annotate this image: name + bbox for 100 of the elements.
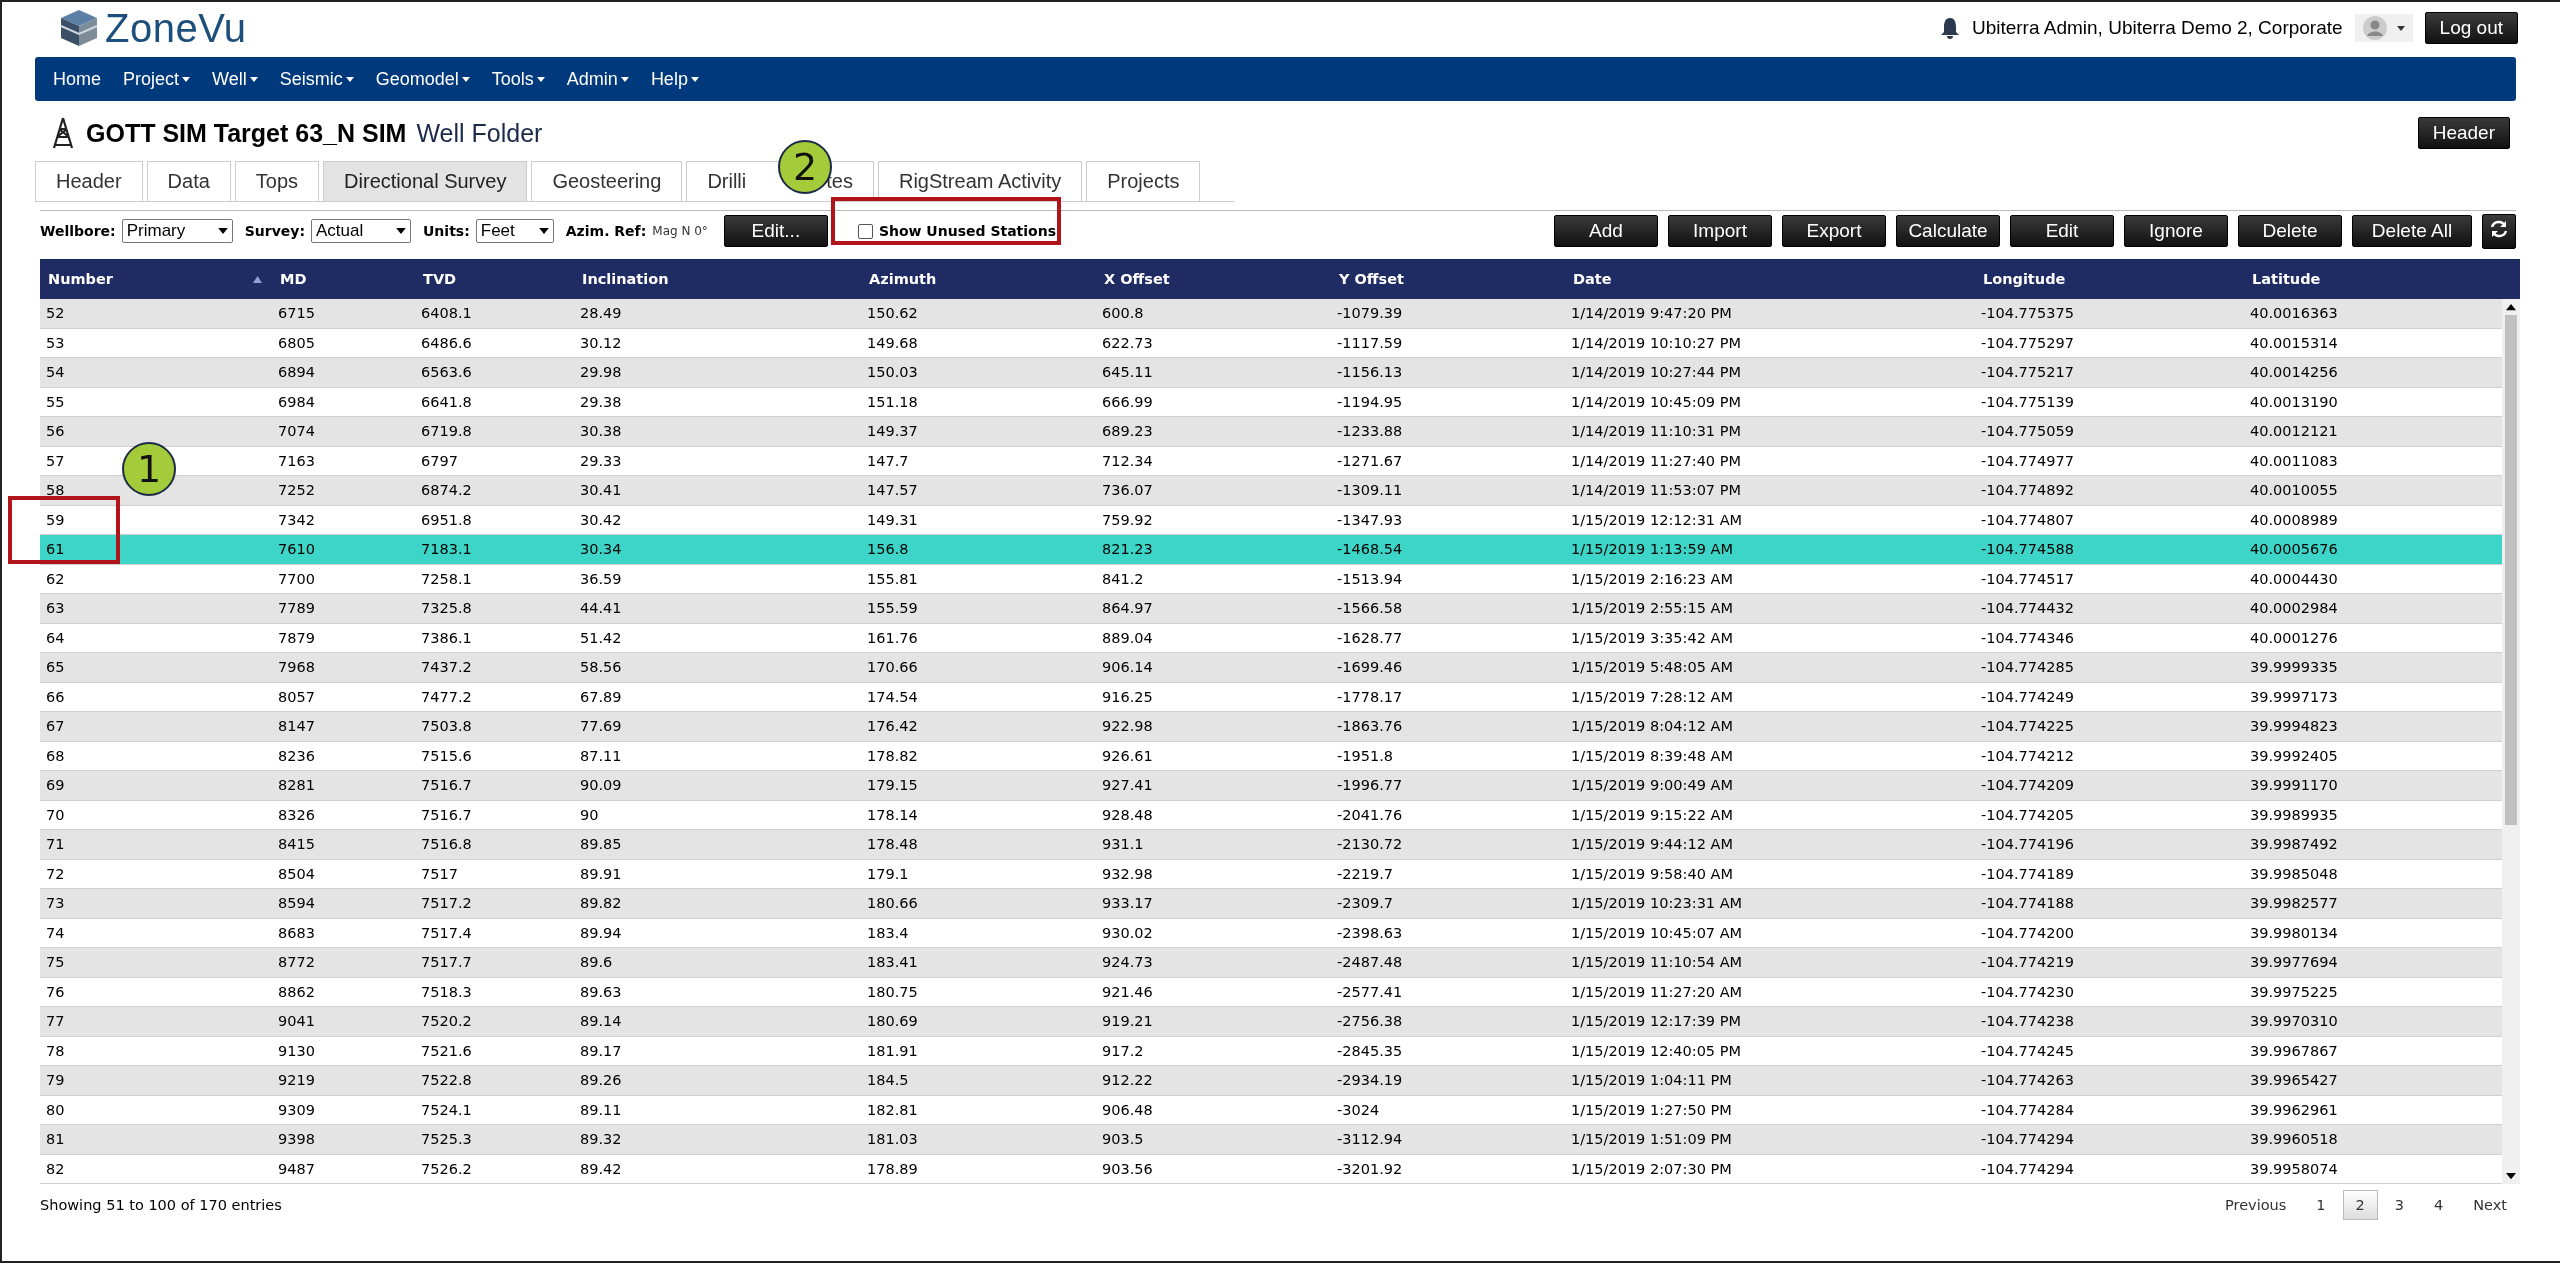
page-link[interactable]: Next <box>2460 1190 2520 1220</box>
table-row[interactable]: 65 7968 7437.2 58.56 170.66 906.14 -1699.46 1/15/2019 5:48:05 AM -104.774285 39.9999335 <box>40 653 2502 683</box>
toolbar-button[interactable]: Export <box>1782 215 1886 247</box>
table-cell: 922.98 <box>1102 718 1153 735</box>
table-cell: 39.9994823 <box>2250 718 2338 735</box>
table-cell: 931.1 <box>1102 836 1144 853</box>
scrollbar[interactable] <box>2502 299 2520 1184</box>
table-row[interactable]: 69 8281 7516.7 90.09 179.15 927.41 -1996.77 1/15/2019 9:00:49 AM -104.774209 39.9991170 <box>40 771 2502 801</box>
nav-item[interactable]: Project <box>123 68 191 90</box>
dropdown[interactable]: Actual <box>311 219 411 243</box>
table-cell: 180.66 <box>867 895 918 912</box>
table-cell: 149.68 <box>867 334 918 351</box>
column-header[interactable]: MD <box>280 271 307 287</box>
table-cell: 40.0004430 <box>2250 570 2338 587</box>
table-cell: 178.48 <box>867 836 918 853</box>
table-row[interactable]: 63 7789 7325.8 44.41 155.59 864.97 -1566.58 1/15/2019 2:55:15 AM -104.774432 40.0002984 <box>40 594 2502 624</box>
column-header[interactable]: Number <box>48 271 113 287</box>
table-cell: 7503.8 <box>421 718 472 735</box>
checkbox[interactable] <box>857 223 873 239</box>
table-row[interactable]: 71 8415 7516.8 89.85 178.48 931.1 -2130.72 1/15/2019 9:44:12 AM -104.774196 39.9987492 <box>40 830 2502 860</box>
table-cell: 903.56 <box>1102 1160 1153 1177</box>
nav-item[interactable]: Help <box>650 68 699 90</box>
bell-icon[interactable] <box>1939 17 1960 39</box>
table-cell: 181.91 <box>867 1042 918 1059</box>
refresh-button[interactable] <box>2482 213 2516 249</box>
page-link[interactable]: 3 <box>2381 1190 2417 1220</box>
table-row[interactable]: 54 6894 6563.6 29.98 150.03 645.11 -1156.13 1/14/2019 10:27:44 PM -104.775217 40.0014256 <box>40 358 2502 388</box>
table-cell: 82 <box>46 1160 65 1177</box>
table-cell: -2845.35 <box>1337 1042 1403 1059</box>
avatar-button[interactable] <box>2354 14 2413 42</box>
toolbar-button[interactable]: Edit <box>2010 215 2114 247</box>
table-cell: 645.11 <box>1102 364 1153 381</box>
tab[interactable]: Projects <box>1086 161 1201 201</box>
tab[interactable]: Tops <box>234 161 320 201</box>
nav-item[interactable]: Seismic <box>279 68 354 90</box>
toolbar-button[interactable]: Add <box>1554 215 1658 247</box>
table-cell: 7258.1 <box>421 570 472 587</box>
table-cell: 30.38 <box>580 423 622 440</box>
column-header[interactable]: Inclination <box>582 271 669 287</box>
table-cell: 89.63 <box>580 983 622 1000</box>
table-row[interactable]: 73 8594 7517.2 89.82 180.66 933.17 -2309.7 1/15/2019 10:23:31 AM -104.774188 39.9982577 <box>40 889 2502 919</box>
page-link[interactable]: Previous <box>2212 1190 2300 1220</box>
table-cell: 1/14/2019 10:27:44 PM <box>1571 364 1741 381</box>
table-cell: 40.0013190 <box>2250 393 2338 410</box>
table-cell: 7700 <box>278 570 315 587</box>
dropdown[interactable]: Feet <box>475 219 554 243</box>
tab[interactable]: Directional Survey <box>323 161 528 201</box>
column-header[interactable]: Date <box>1573 271 1612 287</box>
nav-item[interactable]: Admin <box>566 68 629 90</box>
toolbar-button[interactable]: Delete All <box>2352 215 2472 247</box>
logout-button[interactable]: Log out <box>2424 12 2518 44</box>
table-cell: 8772 <box>278 954 315 971</box>
table-cell: 1/15/2019 5:48:05 AM <box>1571 659 1733 676</box>
column-header[interactable]: Longitude <box>1983 271 2066 287</box>
toolbar-button[interactable]: Import <box>1668 215 1772 247</box>
column-header[interactable]: TVD <box>423 271 457 287</box>
nav-item[interactable]: Geomodel <box>375 68 470 90</box>
page-link[interactable]: 2 <box>2342 1190 2378 1220</box>
column-header[interactable]: Azimuth <box>869 271 937 287</box>
table-cell: -1233.88 <box>1337 423 1403 440</box>
column-header[interactable]: Latitude <box>2252 271 2321 287</box>
scroll-up-icon[interactable] <box>2506 303 2516 311</box>
sort-icon[interactable] <box>253 275 262 283</box>
toolbar-button[interactable]: Ignore <box>2124 215 2228 247</box>
toolbar-button[interactable]: Calculate <box>1896 215 2000 247</box>
table-row[interactable]: 52 6715 6408.1 28.49 150.62 600.8 -1079.39 1/14/2019 9:47:20 PM -104.775375 40.0016363 <box>40 299 2502 329</box>
table-cell: 7516.8 <box>421 836 472 853</box>
tab[interactable]: Geosteering <box>531 161 683 201</box>
table-row[interactable]: 67 8147 7503.8 77.69 176.42 922.98 -1863.76 1/15/2019 8:04:12 AM -104.774225 39.9994823 <box>40 712 2502 742</box>
caret-icon <box>217 228 228 234</box>
tab[interactable]: RigStream Activity <box>877 161 1083 201</box>
nav-item[interactable]: Well <box>212 68 258 90</box>
table-cell: 39.9985048 <box>2250 865 2338 882</box>
nav-item[interactable]: Tools <box>491 68 545 90</box>
page-link[interactable]: 1 <box>2303 1190 2339 1220</box>
page-link[interactable]: 4 <box>2421 1190 2457 1220</box>
table-cell: 89.82 <box>580 895 622 912</box>
edit-button[interactable]: Edit... <box>723 215 828 247</box>
tab[interactable]: Header <box>35 161 143 201</box>
table-row[interactable]: 79 9219 7522.8 89.26 184.5 912.22 -2934.19 1/15/2019 1:04:11 PM -104.774263 39.9965427 <box>40 1066 2502 1096</box>
table-cell: -104.774346 <box>1981 629 2074 646</box>
toolbar-button[interactable]: Delete <box>2238 215 2342 247</box>
table-cell: 39.9958074 <box>2250 1160 2338 1177</box>
table-row[interactable]: 81 9398 7525.3 89.32 181.03 903.5 -3112.94 1/15/2019 1:51:09 PM -104.774294 39.9960518 <box>40 1125 2502 1155</box>
table-row[interactable]: 75 8772 7517.7 89.6 183.41 924.73 -2487.48 1/15/2019 11:10:54 AM -104.774219 39.9977694 <box>40 948 2502 978</box>
table-cell: 906.48 <box>1102 1101 1153 1118</box>
table-cell: 919.21 <box>1102 1013 1153 1030</box>
table-cell: -104.774205 <box>1981 806 2074 823</box>
table-cell: 39.9999335 <box>2250 659 2338 676</box>
table-row[interactable]: 56 7074 6719.8 30.38 149.37 689.23 -1233.88 1/14/2019 11:10:31 PM -104.775059 40.0012121 <box>40 417 2502 447</box>
scroll-down-icon[interactable] <box>2506 1172 2516 1180</box>
dropdown[interactable]: Primary <box>121 219 233 243</box>
tab[interactable]: Data <box>146 161 231 201</box>
table-row[interactable]: 61 7610 7183.1 30.34 156.8 821.23 -1468.54 1/15/2019 1:13:59 AM -104.774588 40.0005676 <box>40 535 2502 565</box>
table-cell: 7516.7 <box>421 806 472 823</box>
header-button[interactable]: Header <box>2417 117 2510 149</box>
nav-item[interactable]: Home <box>53 68 101 90</box>
column-header[interactable]: Y Offset <box>1339 271 1405 287</box>
table-row[interactable]: 77 9041 7520.2 89.14 180.69 919.21 -2756.38 1/15/2019 12:17:39 PM -104.774238 39.9970310 <box>40 1007 2502 1037</box>
column-header[interactable]: X Offset <box>1104 271 1170 287</box>
